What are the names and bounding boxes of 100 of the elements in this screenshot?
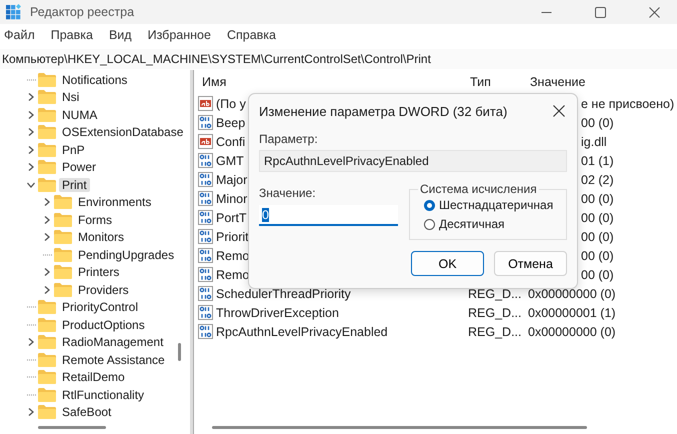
registry-app-icon xyxy=(6,4,22,20)
table-cell-text: 0x00000000 (0) xyxy=(528,324,617,338)
chevron-right-icon[interactable] xyxy=(26,92,36,102)
string-value-icon xyxy=(198,96,213,111)
folder-icon xyxy=(38,370,56,384)
window-title: Редактор реестра xyxy=(30,5,136,19)
chevron-right-icon[interactable] xyxy=(42,232,52,242)
binary-value-icon xyxy=(198,115,213,130)
folder-icon xyxy=(54,265,72,280)
binary-value-icon xyxy=(198,267,213,282)
table-cell-text: 00 (0) xyxy=(581,116,615,130)
table-cell-text: 0x00000001 (1) xyxy=(528,306,617,320)
tree-item[interactable]: PriorityControl xyxy=(59,300,142,314)
menu-item[interactable]: Правка xyxy=(50,28,93,42)
cancel-button[interactable]: Отмена xyxy=(494,251,567,276)
menu-item[interactable]: Избранное xyxy=(148,28,211,42)
tree-item[interactable]: PendingUpgrades xyxy=(75,248,178,262)
chevron-right-icon[interactable] xyxy=(42,214,52,225)
chevron-right-icon[interactable] xyxy=(26,407,36,418)
folder-icon xyxy=(54,212,72,227)
folder-icon xyxy=(38,388,56,402)
tree-item[interactable]: Remote Assistance xyxy=(59,352,168,367)
binary-value-icon xyxy=(198,172,213,187)
table-cell: Major xyxy=(216,172,248,186)
chevron-right-icon[interactable] xyxy=(26,144,36,155)
scrollbar-thumb[interactable] xyxy=(38,426,106,429)
table-cell: (По у xyxy=(216,96,246,110)
tree-item[interactable]: RadioManagement xyxy=(59,335,166,350)
column-header[interactable]: Тип xyxy=(468,75,528,89)
field-label: Параметр: xyxy=(259,132,319,146)
table-cell-text: 00 (0) xyxy=(581,192,615,206)
tree-item[interactable]: Monitors xyxy=(75,230,128,244)
table-cell: Minor xyxy=(216,192,248,206)
table-cell-text: 00 (0) xyxy=(581,268,615,282)
column-header[interactable]: Имя xyxy=(200,75,468,89)
radio-option[interactable]: Десятичная xyxy=(424,217,558,231)
tree-item[interactable]: ProductOptions xyxy=(59,318,148,332)
binary-value-icon xyxy=(198,286,213,301)
close-icon[interactable] xyxy=(648,6,660,18)
chevron-right-icon[interactable] xyxy=(42,197,52,208)
folder-icon xyxy=(54,248,72,262)
table-cell-text: ig.dll xyxy=(581,134,608,148)
folder-icon xyxy=(38,335,56,350)
table-cell-text: е не присвоено) xyxy=(581,96,676,110)
table-cell-text: REG_D... xyxy=(468,324,522,338)
tree-item[interactable]: NUMA xyxy=(59,108,100,122)
tree-item[interactable]: Power xyxy=(59,160,100,174)
tree-item[interactable]: PnP xyxy=(59,142,88,157)
tree-item[interactable]: Nsi xyxy=(59,90,82,104)
menu-item[interactable]: Справка xyxy=(226,28,276,42)
folder-icon xyxy=(54,195,72,210)
chevron-right-icon[interactable] xyxy=(42,284,52,295)
scrollbar-thumb[interactable] xyxy=(178,343,181,361)
folder-icon xyxy=(38,405,56,420)
folder-icon xyxy=(38,178,56,192)
chevron-right-icon[interactable] xyxy=(26,337,36,348)
binary-value-icon xyxy=(198,324,213,339)
radio-option[interactable]: Шестнадцатеричная xyxy=(424,198,558,212)
group-title: Система исчисления xyxy=(419,182,538,196)
ok-button[interactable]: OK xyxy=(411,251,484,276)
chevron-right-icon[interactable] xyxy=(26,127,36,138)
tree-item[interactable]: Providers xyxy=(75,282,132,297)
chevron-right-icon[interactable] xyxy=(26,162,36,172)
tree-item[interactable]: RetailDemo xyxy=(59,370,128,384)
table-cell-text: 01 (1) xyxy=(581,154,615,168)
folder-icon xyxy=(54,230,72,244)
tree-item[interactable]: Forms xyxy=(75,212,115,227)
menu-item[interactable]: Вид xyxy=(108,28,132,42)
dialog-title: Изменение параметра DWORD (32 бита) xyxy=(259,104,508,118)
menu-item[interactable]: Файл xyxy=(4,28,35,42)
folder-icon xyxy=(38,72,56,87)
column-header[interactable]: Значение xyxy=(528,75,677,89)
chevron-right-icon[interactable] xyxy=(26,110,36,120)
tree-item[interactable]: OSExtensionDatabase xyxy=(59,125,186,140)
binary-value-icon xyxy=(198,153,213,168)
tree-item[interactable]: RtlFunctionality xyxy=(59,388,148,402)
close-icon[interactable] xyxy=(553,105,565,117)
table-cell-text: REG_D... xyxy=(468,286,522,300)
binary-value-icon xyxy=(198,305,213,320)
table-cell: RpcAuthnLevelPrivacyEnabled xyxy=(216,324,388,338)
tree-item[interactable]: Print xyxy=(59,178,90,192)
table-cell: ThrowDriverException xyxy=(216,306,339,320)
chevron-right-icon[interactable] xyxy=(42,267,52,278)
table-cell: GMT xyxy=(216,154,244,168)
parameter-field[interactable]: RpcAuthnLevelPrivacyEnabled xyxy=(259,150,567,172)
table-cell-text: 00 (0) xyxy=(581,230,615,244)
scrollbar-thumb[interactable] xyxy=(212,426,587,429)
folder-icon xyxy=(38,108,56,122)
value-input-field[interactable]: 0 xyxy=(259,205,398,226)
tree-item[interactable]: Environments xyxy=(75,195,154,210)
maximize-icon[interactable] xyxy=(594,6,606,18)
table-cell: Remo xyxy=(216,268,250,282)
tree-item[interactable]: Notifications xyxy=(59,72,130,87)
table-cell: Confi xyxy=(216,134,246,148)
table-cell-text: 0x00000000 (0) xyxy=(528,286,617,300)
binary-value-icon xyxy=(198,191,213,206)
table-cell-text: 00 (0) xyxy=(581,210,615,224)
tree-item[interactable]: SafeBoot xyxy=(59,405,114,420)
table-cell: SchedulerThreadPriority xyxy=(216,286,351,300)
tree-item[interactable]: Printers xyxy=(75,265,122,280)
